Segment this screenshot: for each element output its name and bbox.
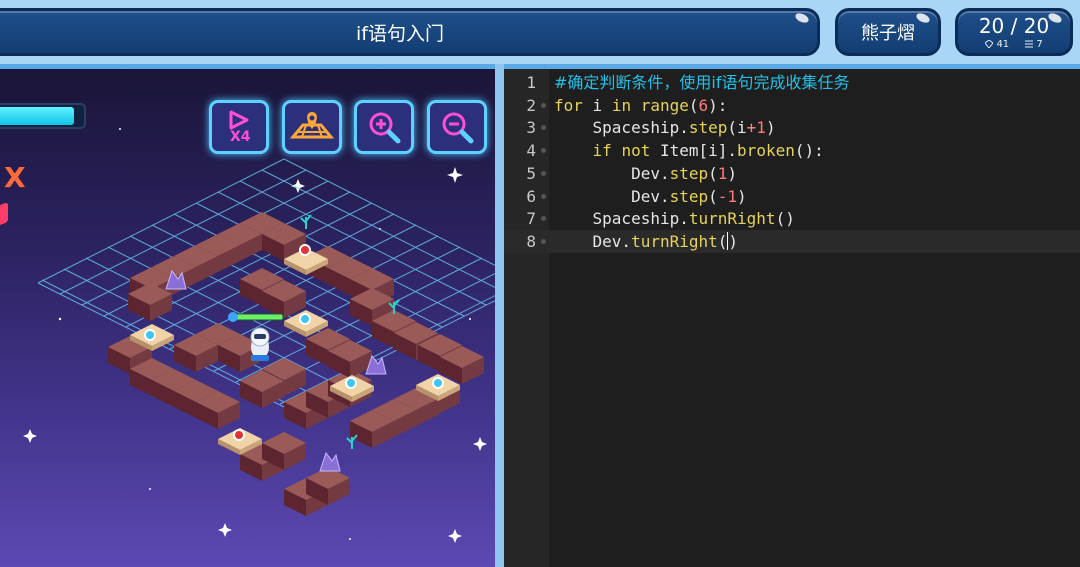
code-token: range (640, 95, 689, 115)
panel-divider[interactable] (495, 64, 504, 567)
code-token: Dev. (554, 231, 632, 251)
code-line[interactable]: 1 #确定判断条件，使用if语句完成收集任务 (504, 71, 1080, 94)
map-pin-icon (289, 112, 335, 139)
code-text: Dev.turnRight() (554, 230, 738, 253)
code-token: for (554, 95, 583, 115)
line-number: 5 (526, 163, 536, 183)
code-token: (): (794, 141, 824, 161)
code-text: for i in range(6): (554, 94, 727, 117)
fold-marker-icon[interactable] (541, 102, 546, 108)
code-token: if (592, 141, 612, 161)
code-token: + (746, 118, 757, 138)
zoom-out-button[interactable] (427, 100, 487, 154)
code-line[interactable]: 4 if not Item[i].broken(): (504, 139, 1080, 162)
line-number: 1 (526, 73, 536, 92)
code-token: Spaceship. (554, 118, 689, 138)
line-number: 7 (526, 209, 536, 229)
top-bar: if语句入门 熊子熠 20 / 20 41 7 (0, 0, 1080, 64)
user-name: 熊子熠 (861, 23, 915, 44)
code-token: not (621, 141, 651, 161)
line-number: 8 (526, 231, 536, 251)
code-token: 6 (698, 95, 709, 115)
code-token: Spaceship. (554, 209, 689, 229)
gem-icon (984, 38, 994, 49)
speed-x4-button[interactable]: X4 (209, 100, 269, 154)
code-token: ) (728, 231, 739, 251)
code-token: 1 (717, 163, 728, 183)
lines-icon (1025, 40, 1034, 47)
code-line[interactable]: 6 Dev.step(-1) (504, 185, 1080, 208)
code-token: step (669, 186, 709, 206)
zoom-out-icon (442, 112, 474, 144)
code-token: () (775, 209, 795, 229)
lesson-title: if语句入门 (356, 22, 444, 45)
code-token: ( (717, 231, 728, 251)
line-number: 3 (526, 118, 536, 138)
code-token: broken (737, 141, 795, 161)
code-token: ( (708, 186, 718, 206)
lesson-title-bar: if语句入门 (0, 8, 820, 56)
zoom-in-icon (369, 112, 401, 144)
fold-marker-icon[interactable] (541, 125, 546, 131)
code-line[interactable]: 3 Spaceship.step(i+1) (504, 116, 1080, 139)
code-line[interactable]: 5 Dev.step(1) (504, 162, 1080, 185)
code-token: turnRight (688, 209, 776, 229)
score-panel: 20 / 20 41 7 (955, 8, 1073, 56)
user-name-button[interactable]: 熊子熠 (835, 8, 941, 56)
code-token: 1 (756, 118, 766, 138)
code-text: Spaceship.step(i+1) (554, 116, 776, 139)
line-number: 2 (526, 95, 536, 115)
code-token: Dev. (554, 163, 670, 183)
fold-marker-icon[interactable] (541, 170, 546, 176)
code-text: if not Item[i].broken(): (554, 139, 824, 162)
code-token: ( (708, 163, 718, 183)
stat-coins: 41 (984, 38, 1009, 50)
code-line[interactable]: 8 Dev.turnRight() (504, 229, 1080, 253)
line-number: 6 (526, 186, 536, 206)
code-token: turnRight (631, 231, 718, 251)
code-token: #确定判断条件，使用if语句完成收集任务 (554, 73, 850, 92)
code-token: ) (765, 118, 776, 138)
code-editor[interactable]: 1 #确定判断条件，使用if语句完成收集任务 2 for i in range(6):… (504, 69, 1080, 567)
code-token: Item[i]. (650, 141, 738, 161)
code-token: (i (727, 118, 747, 138)
code-text: Dev.step(-1) (554, 185, 747, 208)
code-token: i (582, 95, 612, 115)
side-marker: X (4, 161, 26, 194)
fold-marker-icon[interactable] (541, 216, 546, 222)
fold-marker-icon[interactable] (541, 148, 546, 154)
code-text: Dev.step(1) (554, 162, 737, 185)
code-token: ): (708, 95, 728, 115)
code-line[interactable]: 7 Spaceship.turnRight() (504, 207, 1080, 230)
code-token: -1 (717, 186, 738, 206)
code-token: step (669, 163, 709, 183)
map-button[interactable] (282, 100, 342, 154)
energy-bar (0, 103, 86, 129)
zoom-in-button[interactable] (354, 100, 414, 154)
code-text: Spaceship.turnRight() (554, 207, 795, 230)
stat-lines: 7 (1025, 39, 1043, 50)
code-line[interactable]: 2 for i in range(6): (504, 94, 1080, 117)
code-token: ) (727, 163, 738, 183)
code-token: ( (688, 95, 699, 115)
line-number: 4 (526, 141, 536, 161)
score-value: 20 / 20 (978, 13, 1050, 38)
code-text: #确定判断条件，使用if语句完成收集任务 (554, 71, 850, 94)
code-token: in (611, 95, 632, 115)
fold-marker-icon[interactable] (541, 193, 546, 199)
code-token: ) (737, 186, 747, 206)
fold-marker-icon[interactable] (541, 238, 546, 244)
code-token: step (688, 118, 728, 138)
game-canvas[interactable]: X X4 (0, 69, 495, 567)
code-token: Dev. (554, 186, 670, 206)
